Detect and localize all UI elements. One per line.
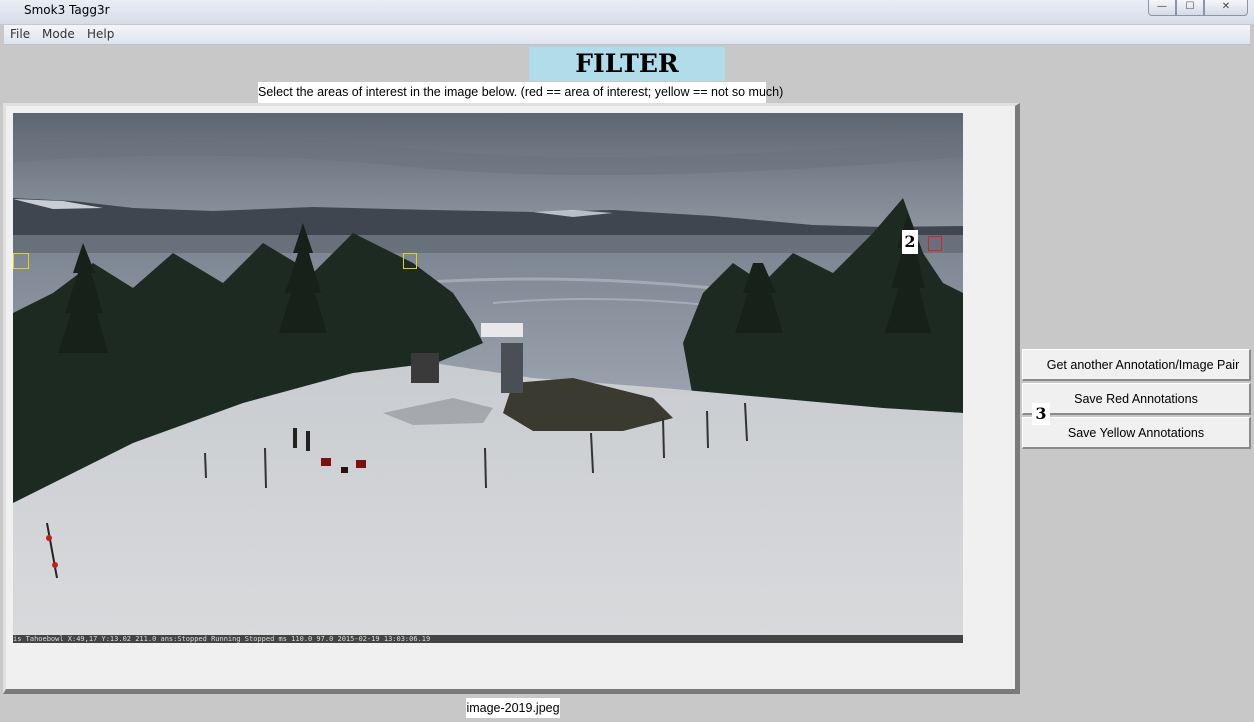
annotation-image[interactable]: is Tahoebowl X:49,17 Y:13.02 211.0 ans:S… <box>13 113 963 643</box>
menu-bar: File Mode Help <box>4 25 1250 45</box>
maximize-button[interactable]: ☐ <box>1176 0 1204 16</box>
save-red-annotations-button[interactable]: Save Red Annotations <box>1022 383 1251 415</box>
camera-overlay-text: is Tahoebowl X:49,17 Y:13.02 211.0 ans:S… <box>13 635 963 643</box>
window-controls: — ☐ ✕ <box>1148 0 1248 16</box>
image-filename: image-2019.jpeg <box>466 698 560 718</box>
mode-title: FILTER MODE <box>529 47 725 112</box>
close-button[interactable]: ✕ <box>1204 0 1248 16</box>
minimize-button[interactable]: — <box>1148 0 1176 16</box>
save-yellow-annotations-button[interactable]: Save Yellow Annotations <box>1022 417 1251 449</box>
get-annotation-pair-label: Get another Annotation/Image Pair <box>1046 358 1240 372</box>
webcam-scene <box>13 113 963 643</box>
get-annotation-pair-button[interactable]: Get another Annotation/Image Pair <box>1022 349 1251 381</box>
window-title: Smok3 Tagg3r <box>24 3 110 17</box>
instructions-label: Select the areas of interest in the imag… <box>258 82 783 103</box>
yellow-annotation-box[interactable] <box>13 253 29 269</box>
red-annotation-box[interactable] <box>928 236 942 251</box>
save-yellow-label: Save Yellow Annotations <box>1067 426 1205 440</box>
yellow-annotation-box[interactable] <box>403 253 417 269</box>
save-red-label: Save Red Annotations <box>1074 392 1198 406</box>
callout-3-label: 3 <box>1032 403 1050 425</box>
menu-help[interactable]: Help <box>87 27 114 41</box>
title-bar: Smok3 Tagg3r — ☐ ✕ <box>0 0 1254 24</box>
menu-mode[interactable]: Mode <box>42 27 75 41</box>
menu-file[interactable]: File <box>10 27 30 41</box>
callout-2-label: 2 <box>902 230 918 254</box>
